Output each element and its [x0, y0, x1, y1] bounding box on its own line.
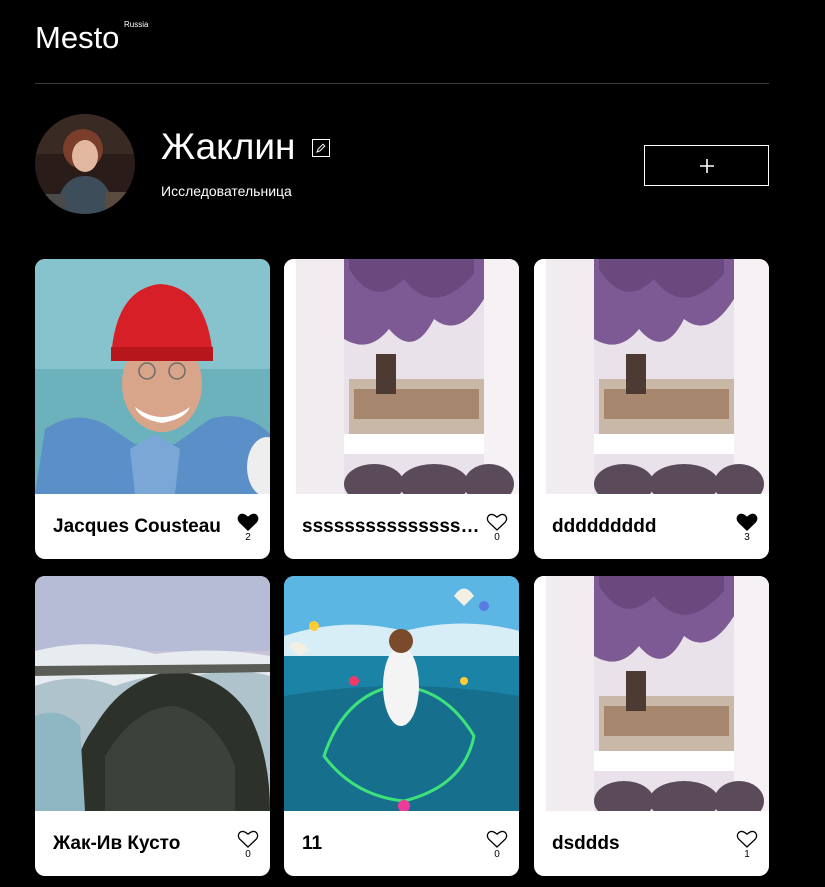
like-count: 0	[494, 849, 500, 860]
heart-outline-icon[interactable]	[486, 829, 508, 849]
page: Mesto Russia Жаклин Исследовательница Ja…	[0, 0, 825, 887]
like-count: 0	[245, 849, 251, 860]
like-count: 3	[744, 532, 750, 543]
like-box: 0	[484, 512, 510, 548]
card-image[interactable]	[534, 576, 769, 811]
card-image[interactable]	[284, 259, 519, 494]
like-count: 1	[744, 849, 750, 860]
heart-outline-icon[interactable]	[736, 829, 758, 849]
edit-profile-button[interactable]	[312, 139, 330, 157]
header: Mesto Russia	[35, 18, 769, 84]
like-box: 3	[734, 512, 760, 548]
like-box: 1	[734, 829, 760, 865]
like-count: 0	[494, 532, 500, 543]
card-title: ssssssssssssssssssss	[302, 516, 480, 537]
card: Жак-Ив Кусто 0	[35, 576, 270, 876]
card-title: 11	[302, 833, 323, 854]
card: Jacques Cousteau 2	[35, 259, 270, 559]
logo[interactable]: Mesto	[35, 20, 119, 56]
card: ssssssssssssssssssss 0	[284, 259, 519, 559]
card: ddddddddd 3	[534, 259, 769, 559]
logo-region: Russia	[124, 20, 149, 29]
like-count: 2	[245, 532, 251, 543]
card-title: ddddddddd	[552, 516, 657, 537]
heart-outline-icon[interactable]	[486, 512, 508, 532]
card-title: dsddds	[552, 833, 620, 854]
card-image[interactable]	[534, 259, 769, 494]
card-title: Жак-Ив Кусто	[53, 833, 181, 854]
heart-outline-icon[interactable]	[237, 829, 259, 849]
card-image[interactable]	[284, 576, 519, 811]
avatar[interactable]	[35, 114, 135, 214]
like-box: 0	[235, 829, 261, 865]
heart-filled-icon[interactable]	[736, 512, 758, 532]
like-box: 0	[484, 829, 510, 865]
profile-name: Жаклин	[161, 126, 296, 167]
like-box: 2	[235, 512, 261, 548]
card-image[interactable]	[35, 576, 270, 811]
pencil-icon	[316, 143, 326, 153]
heart-filled-icon[interactable]	[237, 512, 259, 532]
profile-about: Исследовательница	[161, 183, 292, 199]
card-image[interactable]	[35, 259, 270, 494]
add-card-button[interactable]	[644, 145, 769, 186]
card: dsddds 1	[534, 576, 769, 876]
card-title: Jacques Cousteau	[53, 516, 221, 537]
plus-icon	[699, 158, 714, 173]
card: 11 0	[284, 576, 519, 876]
